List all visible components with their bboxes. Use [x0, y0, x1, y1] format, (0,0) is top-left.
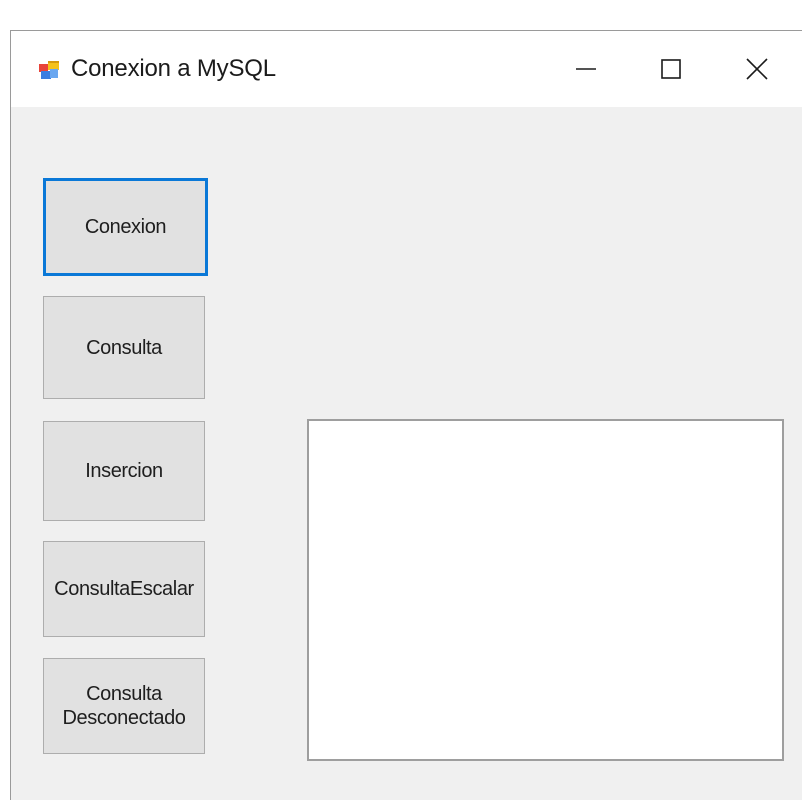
conexion-button[interactable]: Conexion — [43, 178, 208, 276]
maximize-button[interactable] — [641, 45, 701, 93]
consulta-desconectado-button[interactable]: Consulta Desconectado — [43, 658, 205, 754]
close-button[interactable] — [727, 45, 787, 93]
minimize-button[interactable] — [556, 45, 616, 93]
maximize-icon — [661, 59, 681, 79]
app-window: Conexion a MySQL Conexion Consulta Inser… — [10, 30, 802, 800]
insercion-button[interactable]: Insercion — [43, 421, 205, 521]
app-icon — [39, 61, 59, 79]
window-title: Conexion a MySQL — [71, 55, 276, 82]
results-listbox[interactable] — [307, 419, 784, 761]
title-bar[interactable]: Conexion a MySQL — [11, 31, 802, 107]
minimize-icon — [576, 68, 596, 70]
consulta-escalar-button[interactable]: ConsultaEscalar — [43, 541, 205, 637]
consulta-button[interactable]: Consulta — [43, 296, 205, 399]
close-icon — [746, 58, 768, 80]
